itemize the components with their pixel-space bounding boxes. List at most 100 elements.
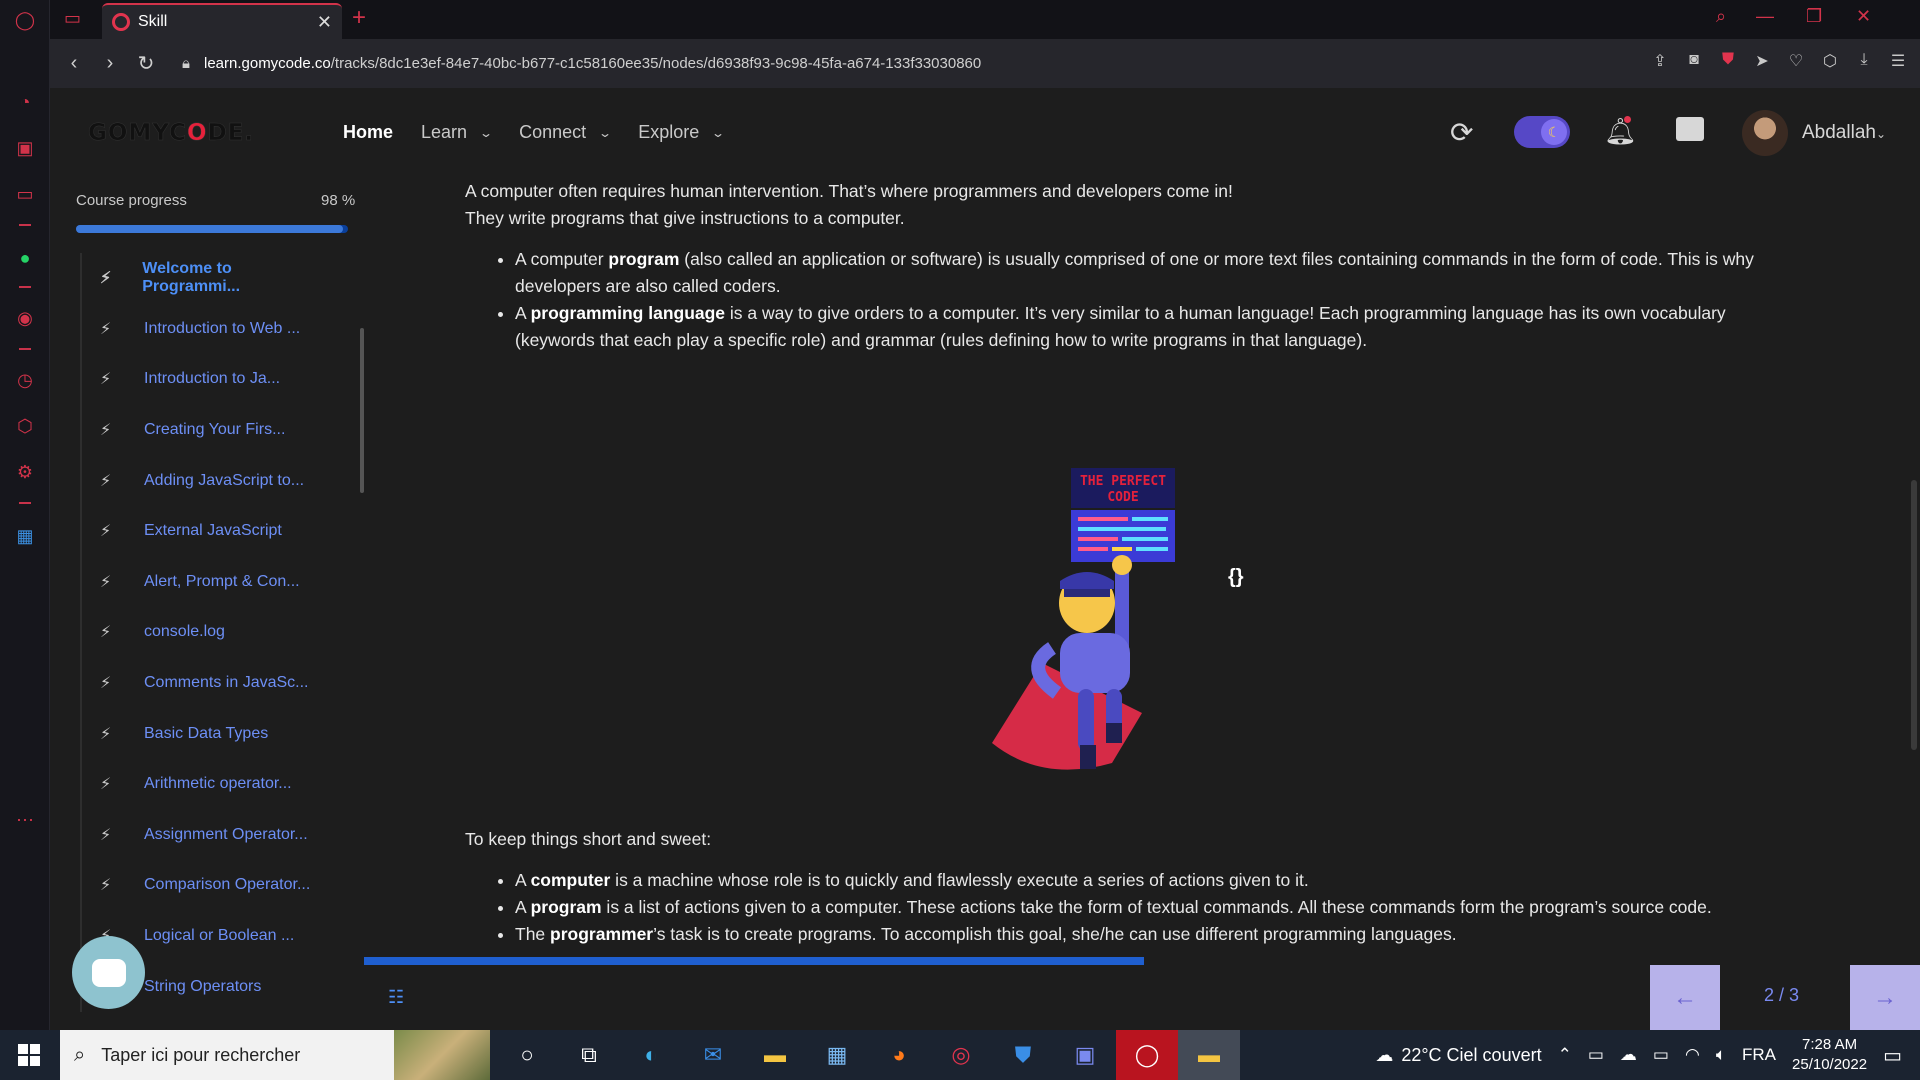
more-icon[interactable]: ⋯ [13,808,37,832]
course-sidebar: Course progress 98 % ⚡︎ Welcome to Progra… [50,178,364,1030]
history-icon[interactable]: ◷ [13,368,37,392]
user-menu[interactable]: Abdallah⌄ [1802,122,1886,144]
defender-icon[interactable]: ⛊ [992,1030,1054,1080]
twitch-icon[interactable]: ▭ [13,182,37,206]
mail-icon[interactable]: ✉ [682,1030,744,1080]
adblock-icon[interactable]: ⛊ [1718,51,1738,71]
snapshot-icon[interactable]: ◙ [1684,51,1704,71]
whatsapp-icon[interactable]: ● [13,246,37,270]
chevron-up-icon[interactable]: ⌃ [1558,1045,1572,1065]
task-view-icon[interactable]: ⧉ [558,1030,620,1080]
sidebar-scrollbar[interactable] [360,328,364,493]
extensions-icon[interactable]: ⬡ [13,414,37,438]
lesson-item[interactable]: ⚡︎ Introduction to Web ... [82,304,320,355]
opera-logo-icon[interactable]: ◯ [13,8,37,32]
lesson-item[interactable]: ⚡︎ Arithmetic operator... [82,759,320,810]
lesson-item[interactable]: ⚡︎ Comments in JavaSc... [82,658,320,709]
back-icon[interactable]: ‹ [56,52,92,75]
weather-widget[interactable]: ☁ 22°C Ciel couvert [1375,1045,1541,1066]
previous-page-button[interactable]: ← [1650,965,1720,1030]
clock-date: 25/10/2022 [1792,1056,1868,1073]
reload-icon[interactable]: ↻ [128,51,164,76]
table-of-contents-icon[interactable]: ☷ [388,987,404,1008]
firefox-icon[interactable]: ◕ [868,1030,930,1080]
share-icon[interactable]: ⇪ [1650,51,1670,71]
lesson-item[interactable]: ⚡︎ Introduction to Ja... [82,354,320,405]
lesson-item[interactable]: ⚡︎ Assignment Operator... [82,810,320,861]
restore-icon[interactable]: ❐ [1806,6,1822,27]
lesson-item[interactable]: ⚡︎ Basic Data Types [82,708,320,759]
workspaces-icon[interactable]: ▣ [13,136,37,160]
sticky-notes-icon[interactable]: ▬ [1178,1030,1240,1080]
download-icon[interactable]: ⤓ [1854,51,1874,71]
bold-term: program [530,897,602,917]
nav-connect[interactable]: Connect ⌄ [519,122,612,143]
close-window-icon[interactable]: ✕ [1856,6,1871,27]
search-tabs-icon[interactable]: ⌕ [1716,6,1726,27]
lesson-item[interactable]: ⚡︎ Comparison Operator... [82,860,320,911]
cube-icon[interactable]: ⬡ [1820,51,1840,71]
code-line [1078,537,1118,541]
list-item: A programming language is a way to give … [515,300,1805,354]
bell-icon[interactable]: 🔔︎ [1604,116,1637,147]
settings-icon[interactable]: ⚙ [13,460,37,484]
speed-dial-icon[interactable]: ◔ [13,90,37,114]
avatar[interactable] [1742,110,1788,156]
lesson-item[interactable]: ⚡︎ Welcome to Programmi... [82,253,320,304]
teams-icon[interactable]: ▣ [1054,1030,1116,1080]
opera-taskbar-icon[interactable]: ◯ [1116,1030,1178,1080]
lesson-label: Basic Data Types [144,724,269,742]
file-explorer-icon[interactable]: ▬ [744,1030,806,1080]
minimize-icon[interactable]: — [1756,6,1774,27]
edge-icon[interactable]: ◐ [620,1030,682,1080]
nav-learn[interactable]: Learn ⌄ [421,122,493,143]
close-tab-icon[interactable]: ✕ [317,12,332,33]
taskbar-search[interactable]: ⌕ Taper ici pour rechercher [60,1030,490,1080]
lesson-item[interactable]: ⚡︎ Adding JavaScript to... [82,455,320,506]
nav-explore[interactable]: Explore ⌄ [638,122,725,143]
lesson-item[interactable]: ⚡︎ External JavaScript [82,506,320,557]
bolt-icon: ⚡︎ [100,776,112,794]
lesson-label: Adding JavaScript to... [144,471,305,489]
new-tab-icon[interactable]: + [352,4,366,32]
translate-icon[interactable]: ▦ [13,524,37,548]
easy-setup-icon[interactable]: ☰ [1888,51,1908,71]
lesson-item[interactable]: ⚡︎ Alert, Prompt & Con... [82,557,320,608]
browser-tab[interactable]: Skill ✕ [102,3,342,39]
opera-gx-icon[interactable]: ◎ [930,1030,992,1080]
bolt-icon: ⚡︎ [100,472,112,490]
page-scrollbar[interactable] [1911,480,1917,750]
sync-icon[interactable]: ⟳ [1450,116,1473,149]
onedrive-icon[interactable]: ☁ [1620,1045,1637,1065]
support-chat-button[interactable] [72,936,145,1009]
forward-icon[interactable]: › [92,52,128,75]
chat-icon[interactable] [1676,117,1704,141]
lesson-item[interactable]: ⚡︎ Creating Your Firs... [82,405,320,456]
address-bar-tools: ⇪ ◙ ⛊ ➤ ♡ ⬡ ⤓ ☰ [1650,51,1908,71]
next-page-button[interactable]: → [1850,965,1920,1030]
meet-now-icon[interactable]: ▭ [1588,1045,1604,1065]
notifications-icon[interactable]: ▭ [1883,1043,1902,1068]
battery-icon[interactable]: ▭ [1653,1045,1669,1065]
chat-bubble-icon [91,958,126,987]
wifi-icon[interactable]: ◠ [1685,1045,1700,1065]
lesson-item[interactable]: ⚡︎ console.log [82,607,320,658]
send-icon[interactable]: ➤ [1752,51,1772,71]
gomycode-logo[interactable]: GOMYCODE. [88,120,254,147]
windows-start-icon[interactable] [18,1044,40,1066]
lesson-label: Introduction to Ja... [144,370,281,388]
bold-term: programmer [550,924,654,944]
volume-icon[interactable]: 🔈︎ [1716,1045,1726,1065]
nav-home[interactable]: Home [343,122,393,143]
url-field[interactable]: 🔒︎ learn.gomycode.co/tracks/8dc1e3ef-84e… [182,55,981,72]
logo-o: O [187,120,208,147]
language-indicator[interactable]: FRA [1742,1045,1776,1065]
dark-mode-toggle[interactable]: ☾ [1514,116,1570,148]
cortana-icon[interactable]: ○ [496,1030,558,1080]
player-icon[interactable]: ◉ [13,306,37,330]
gx-icon[interactable]: ▭ [64,8,81,29]
heart-icon[interactable]: ♡ [1786,51,1806,71]
bolt-icon: ⚡︎ [100,826,112,844]
store-icon[interactable]: ▦ [806,1030,868,1080]
clock[interactable]: 7:28 AM 25/10/2022 [1792,1035,1867,1075]
